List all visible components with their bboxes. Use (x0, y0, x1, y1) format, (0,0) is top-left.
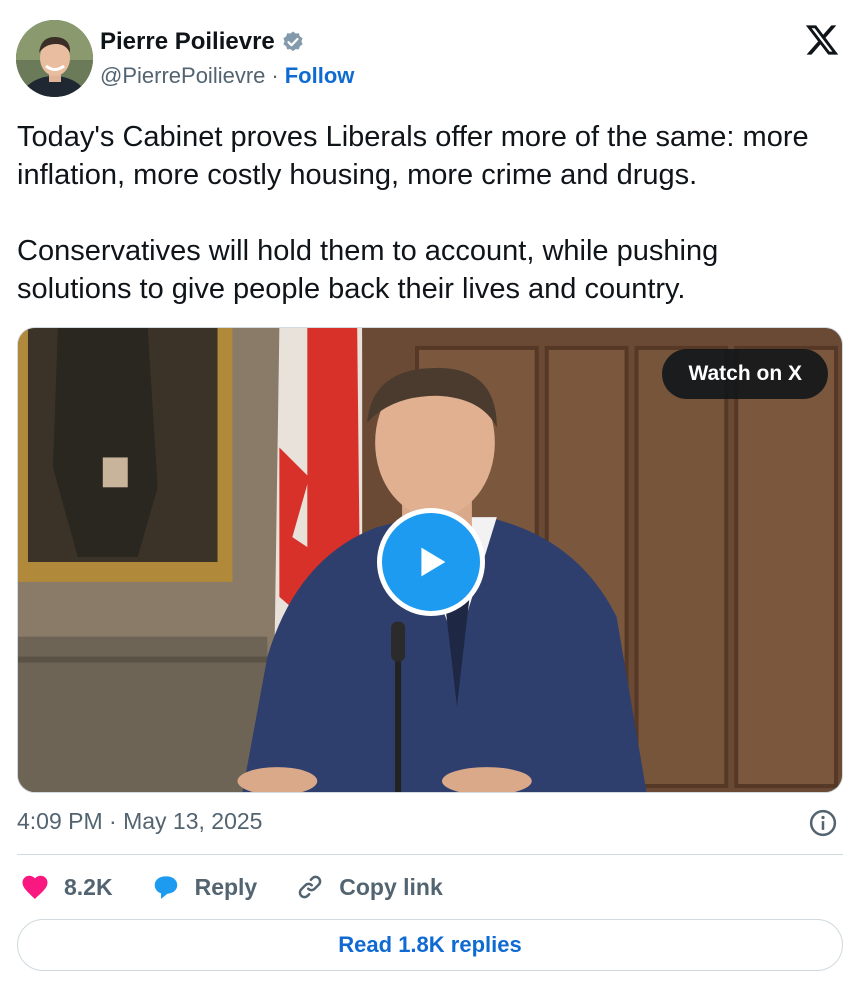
author-handle[interactable]: @PierrePoilievre (100, 63, 265, 89)
heart-icon (22, 875, 48, 899)
tweet-text: Today's Cabinet proves Liberals offer mo… (17, 121, 809, 305)
avatar[interactable] (16, 20, 93, 97)
author-name[interactable]: Pierre Poilievre (100, 28, 275, 56)
read-replies-button[interactable]: Read 1.8K replies (17, 919, 843, 971)
author-name-row: Pierre Poilievre (100, 28, 305, 56)
watch-on-x-button[interactable]: Watch on X (662, 349, 828, 399)
x-logo-icon[interactable] (804, 22, 840, 58)
like-button[interactable]: 8.2K (20, 872, 113, 902)
reply-label: Reply (194, 873, 258, 900)
handle-row: @PierrePoilievre · Follow (100, 63, 354, 89)
action-bar: 8.2K Reply Copy link (20, 868, 481, 906)
play-icon (421, 547, 446, 577)
copy-link-label: Copy link (339, 873, 443, 900)
reply-button[interactable]: Reply (151, 872, 258, 902)
link-icon (298, 875, 322, 899)
tweet-timestamp[interactable]: 4:09 PM · May 13, 2025 (17, 808, 262, 835)
info-icon[interactable] (808, 808, 838, 838)
divider (17, 854, 843, 855)
follow-button[interactable]: Follow (285, 63, 355, 89)
video-media[interactable]: Watch on X (17, 327, 843, 793)
like-count: 8.2K (64, 873, 113, 900)
copy-link-button[interactable]: Copy link (295, 872, 443, 902)
separator-dot: · (271, 63, 279, 88)
verified-badge-icon (281, 30, 305, 54)
reply-bubble-icon (154, 876, 177, 899)
play-button[interactable] (377, 508, 485, 616)
tweet-card: Pierre Poilievre @PierrePoilievre · Foll… (0, 0, 852, 982)
